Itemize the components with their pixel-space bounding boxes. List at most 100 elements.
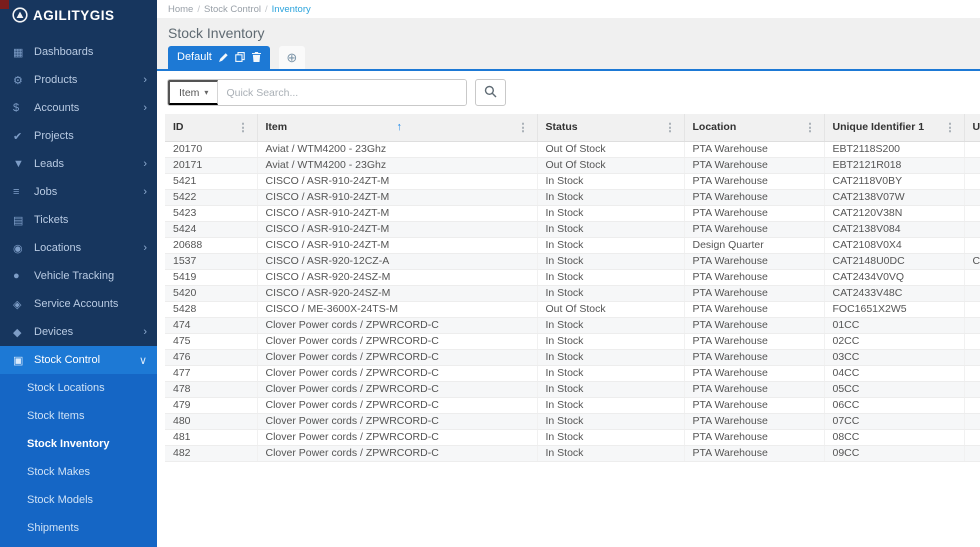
column-menu-icon[interactable]: ⋮ bbox=[232, 121, 249, 134]
cell-id: 5424 bbox=[165, 221, 257, 238]
column-menu-icon[interactable]: ⋮ bbox=[939, 121, 956, 134]
chevron-right-icon: › bbox=[143, 158, 147, 170]
table-row[interactable]: 5424 CISCO / ASR-910-24ZT-M In Stock PTA Wa… bbox=[165, 221, 980, 238]
sidebar-item-service-accounts[interactable]: ◈ Service Accounts bbox=[0, 290, 157, 318]
column-header-unique-identifier-1[interactable]: Unique Identifier 1 ⋮ bbox=[823, 114, 964, 142]
column-header-u[interactable]: U⋮ bbox=[963, 114, 980, 142]
tab-default[interactable]: Default bbox=[168, 46, 270, 69]
sidebar-subitem-stock-locations[interactable]: Stock Locations bbox=[0, 374, 157, 402]
column-header-location[interactable]: Location ⋮ bbox=[683, 114, 824, 142]
cell-item: Clover Power cords / ZPWRCORD-C bbox=[256, 413, 537, 430]
table-row[interactable]: 5422 CISCO / ASR-910-24ZT-M In Stock PTA Wa… bbox=[165, 189, 980, 206]
sidebar-subitem-stock-models[interactable]: Stock Models bbox=[0, 486, 157, 514]
sidebar-item-devices[interactable]: ◆ Devices › bbox=[0, 318, 157, 346]
table-header-row: ID ⋮ Item ↑ ⋮ Status ⋮ Location ⋮ Unique Identifi… bbox=[165, 114, 980, 142]
table-row[interactable]: 5421 CISCO / ASR-910-24ZT-M In Stock PTA Wa… bbox=[165, 173, 980, 190]
column-menu-icon[interactable]: ⋮ bbox=[659, 121, 676, 134]
sidebar-item-dashboards[interactable]: ▦ Dashboards bbox=[0, 38, 157, 66]
copy-tab-icon[interactable] bbox=[235, 52, 245, 62]
breadcrumb-home[interactable]: Home bbox=[168, 4, 193, 15]
breadcrumb-separator: / bbox=[197, 3, 200, 15]
cell-id: 5419 bbox=[165, 269, 257, 286]
edit-tab-icon[interactable] bbox=[218, 52, 228, 62]
sidebar-subitem-stock-makes[interactable]: Stock Makes bbox=[0, 458, 157, 486]
delete-tab-icon[interactable] bbox=[251, 52, 261, 62]
sidebar-subitem-shipments[interactable]: Shipments bbox=[0, 514, 157, 542]
chevron-right-icon: › bbox=[143, 186, 147, 198]
table-row[interactable]: 474 Clover Power cords / ZPWRCORD-C In Sto… bbox=[165, 317, 980, 334]
sidebar-subitem-stock-items[interactable]: Stock Items bbox=[0, 402, 157, 430]
breadcrumb-stock-control[interactable]: Stock Control bbox=[204, 4, 261, 15]
cell-unique-identifier-1: CAT2433V48C bbox=[823, 285, 964, 302]
table-row[interactable]: 480 Clover Power cords / ZPWRCORD-C In Sto… bbox=[165, 413, 980, 430]
cell-status: In Stock bbox=[536, 189, 684, 206]
products-icon: ⚙ bbox=[13, 74, 23, 87]
cell-item: Clover Power cords / ZPWRCORD-C bbox=[256, 381, 537, 398]
cell-status: In Stock bbox=[536, 349, 684, 366]
cell-id: 1537 bbox=[165, 253, 257, 270]
table-row[interactable]: 475 Clover Power cords / ZPWRCORD-C In Sto… bbox=[165, 333, 980, 350]
column-header-item[interactable]: Item ↑ ⋮ bbox=[256, 114, 537, 142]
table-row[interactable]: 477 Clover Power cords / ZPWRCORD-C In Sto… bbox=[165, 365, 980, 382]
table-row[interactable]: 5419 CISCO / ASR-920-24SZ-M In Stock PTA Wa… bbox=[165, 269, 980, 286]
cell-location: PTA Warehouse bbox=[683, 445, 824, 462]
table-row[interactable]: 1537 CISCO / ASR-920-12CZ-A In Stock PTA Wa… bbox=[165, 253, 980, 270]
sidebar-item-jobs[interactable]: ≡ Jobs › bbox=[0, 178, 157, 206]
search-button[interactable] bbox=[475, 79, 506, 106]
sidebar-item-tickets[interactable]: ▤ Tickets bbox=[0, 206, 157, 234]
column-label: Location bbox=[692, 121, 737, 134]
table-row[interactable]: 20170 Aviat / WTM4200 - 23Ghz Out Of Stock… bbox=[165, 141, 980, 158]
cell-u bbox=[963, 173, 980, 190]
add-view-tab-button[interactable]: ⊕ bbox=[278, 46, 305, 69]
table-row[interactable]: 5428 CISCO / ME-3600X-24TS-M Out Of Stock P… bbox=[165, 301, 980, 318]
sidebar-item-accounts[interactable]: $ Accounts › bbox=[0, 94, 157, 122]
sidebar-item-leads[interactable]: ▼ Leads › bbox=[0, 150, 157, 178]
table-row[interactable]: 482 Clover Power cords / ZPWRCORD-C In Sto… bbox=[165, 445, 980, 462]
cell-u bbox=[963, 333, 980, 350]
app-logo[interactable]: AGILITYGIS bbox=[0, 0, 157, 28]
sidebar-item-label: Products bbox=[34, 74, 78, 86]
table-row[interactable]: 5420 CISCO / ASR-920-24SZ-M In Stock PTA Wa… bbox=[165, 285, 980, 302]
sidebar-item-products[interactable]: ⚙ Products › bbox=[0, 66, 157, 94]
cell-location: PTA Warehouse bbox=[683, 381, 824, 398]
table-row[interactable]: 20688 CISCO / ASR-910-24ZT-M In Stock Desig… bbox=[165, 237, 980, 254]
cell-u bbox=[963, 413, 980, 430]
cell-status: In Stock bbox=[536, 205, 684, 222]
cell-unique-identifier-1: CAT2108V0X4 bbox=[823, 237, 964, 254]
cell-status: In Stock bbox=[536, 397, 684, 414]
table-row[interactable]: 5423 CISCO / ASR-910-24ZT-M In Stock PTA Wa… bbox=[165, 205, 980, 222]
table-row[interactable]: 20171 Aviat / WTM4200 - 23Ghz Out Of Stock… bbox=[165, 157, 980, 174]
table-row[interactable]: 481 Clover Power cords / ZPWRCORD-C In Sto… bbox=[165, 429, 980, 446]
table-row[interactable]: 479 Clover Power cords / ZPWRCORD-C In Sto… bbox=[165, 397, 980, 414]
cell-id: 5420 bbox=[165, 285, 257, 302]
table-row[interactable]: 476 Clover Power cords / ZPWRCORD-C In Sto… bbox=[165, 349, 980, 366]
column-header-id[interactable]: ID ⋮ bbox=[165, 114, 257, 142]
sidebar-item-label: Accounts bbox=[34, 102, 80, 114]
inventory-table-container: ID ⋮ Item ↑ ⋮ Status ⋮ Location ⋮ Unique Identifi… bbox=[157, 114, 980, 547]
cell-id: 476 bbox=[165, 349, 257, 366]
cell-unique-identifier-1: 08CC bbox=[823, 429, 964, 446]
cell-id: 5421 bbox=[165, 173, 257, 190]
sidebar-item-label: Projects bbox=[34, 130, 74, 142]
cell-u bbox=[963, 285, 980, 302]
column-header-status[interactable]: Status ⋮ bbox=[536, 114, 684, 142]
search-field-selector[interactable]: Item ▾ bbox=[168, 80, 219, 105]
stock-control-icon: ▣ bbox=[13, 354, 24, 367]
sidebar-item-stock-control[interactable]: ▣ Stock Control ∨ bbox=[0, 346, 157, 374]
column-menu-icon[interactable]: ⋮ bbox=[512, 121, 529, 134]
column-menu-icon[interactable]: ⋮ bbox=[799, 121, 816, 134]
inventory-table: ID ⋮ Item ↑ ⋮ Status ⋮ Location ⋮ Unique Identifi… bbox=[165, 114, 980, 462]
cell-location: PTA Warehouse bbox=[683, 269, 824, 286]
table-row[interactable]: 478 Clover Power cords / ZPWRCORD-C In Sto… bbox=[165, 381, 980, 398]
cell-location: PTA Warehouse bbox=[683, 141, 824, 158]
sidebar-item-vehicle-tracking[interactable]: ● Vehicle Tracking bbox=[0, 262, 157, 290]
sidebar-item-locations[interactable]: ◉ Locations › bbox=[0, 234, 157, 262]
breadcrumb-inventory[interactable]: Inventory bbox=[272, 4, 311, 15]
cell-u bbox=[963, 189, 980, 206]
quick-search-input[interactable] bbox=[218, 80, 466, 105]
sidebar-subitem-stock-inventory[interactable]: Stock Inventory bbox=[0, 430, 157, 458]
chevron-right-icon: › bbox=[143, 102, 147, 114]
sidebar-item-projects[interactable]: ✔ Projects bbox=[0, 122, 157, 150]
plus-circle-icon: ⊕ bbox=[286, 49, 298, 65]
cell-status: In Stock bbox=[536, 429, 684, 446]
